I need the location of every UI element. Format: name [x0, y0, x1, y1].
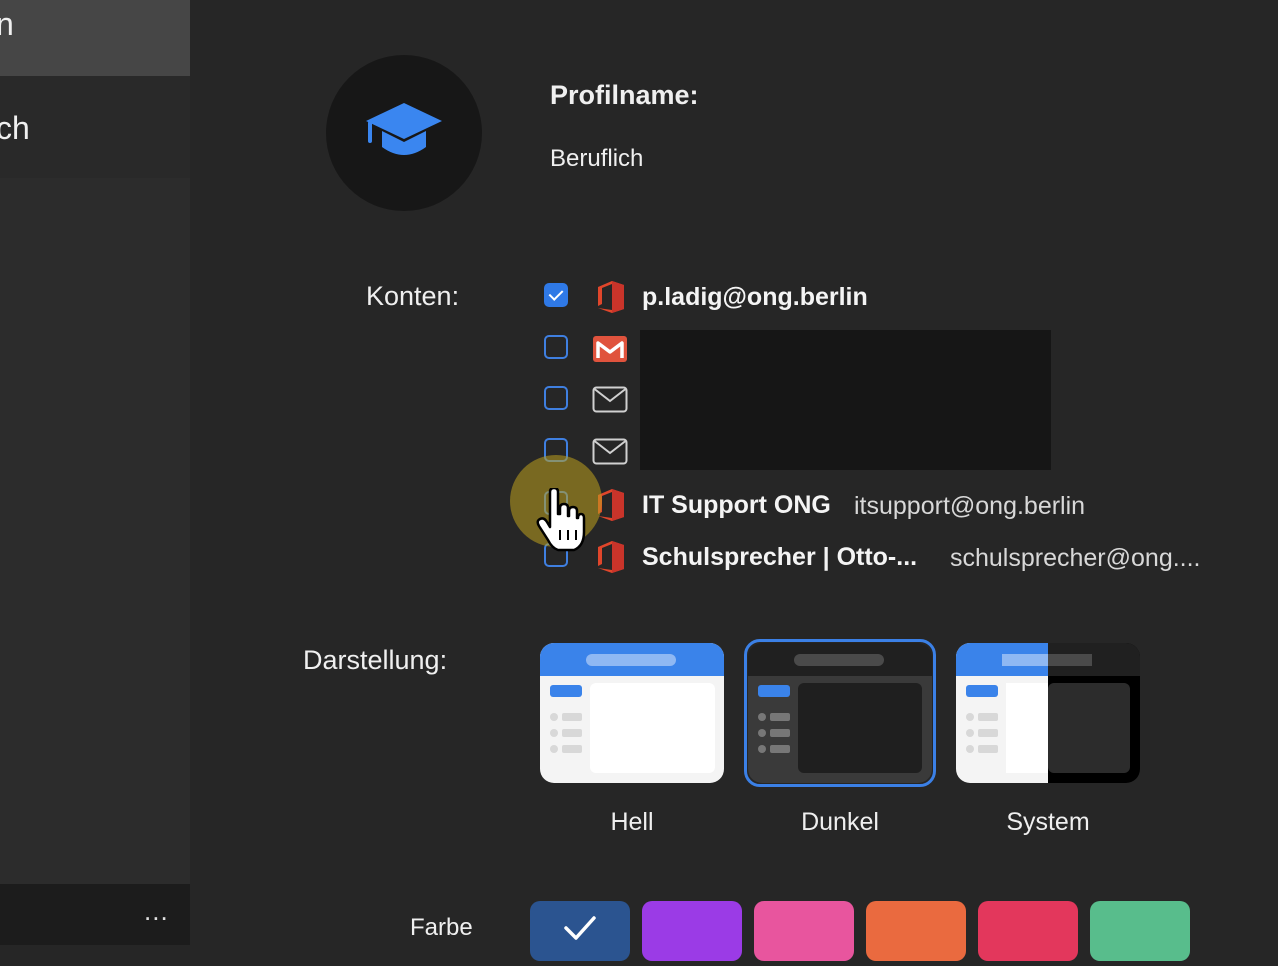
account-email: schulsprecher@ong.... [950, 544, 1201, 572]
office-icon [598, 541, 624, 573]
theme-option-system[interactable] [956, 643, 1140, 783]
sidebar-item-profile-1[interactable]: n [0, 0, 190, 76]
profile-name-value[interactable]: Beruflich [550, 145, 643, 173]
account-row[interactable]: Schulsprecher | Otto-... schulsprecher@o… [540, 539, 1240, 575]
account-name: p.ladig@ong.berlin [642, 283, 868, 311]
theme-label-dark: Dunkel [801, 808, 879, 836]
sidebar-item-label: n [0, 6, 14, 42]
account-name: Schulsprecher | Otto-... [642, 543, 918, 571]
color-swatch-red[interactable] [978, 901, 1078, 961]
theme-label-light: Hell [610, 808, 654, 836]
color-swatch-orange[interactable] [866, 901, 966, 961]
sidebar-item-profile-2[interactable]: ch [0, 76, 190, 178]
more-options-button[interactable]: ... [144, 898, 169, 924]
account-checkbox[interactable] [544, 335, 568, 359]
graduation-cap-icon [366, 103, 442, 155]
color-swatch-pink[interactable] [754, 901, 854, 961]
account-checkbox[interactable] [544, 386, 568, 410]
mail-icon [592, 386, 628, 413]
color-swatch-blue[interactable] [530, 901, 630, 961]
checkmark-icon [564, 916, 596, 940]
color-label: Farbe [410, 914, 473, 941]
theme-selection-ring [744, 639, 936, 787]
sidebar-item-label: ch [0, 110, 30, 146]
account-email: itsupport@ong.berlin [854, 492, 1086, 520]
gmail-icon [593, 336, 627, 362]
color-swatch-purple[interactable] [642, 901, 742, 961]
theme-preview-system [956, 643, 1140, 783]
color-swatch-green[interactable] [1090, 901, 1190, 961]
theme-label-system: System [1006, 808, 1090, 836]
hand-pointer-icon [536, 488, 586, 552]
account-row[interactable]: p.ladig@ong.berlin [540, 279, 1240, 315]
mail-icon [592, 438, 628, 465]
accounts-label: Konten: [366, 281, 460, 311]
theme-option-light[interactable] [540, 643, 724, 783]
account-checkbox[interactable] [544, 283, 568, 307]
sidebar: n ch ... [0, 0, 190, 945]
redacted-area [640, 330, 1051, 470]
theme-preview-light [540, 643, 724, 783]
appearance-label: Darstellung: [303, 645, 448, 675]
profile-name-label: Profilname: [550, 80, 699, 110]
account-name: IT Support ONG [642, 491, 831, 519]
account-row[interactable]: IT Support ONG itsupport@ong.berlin [540, 487, 1240, 523]
profile-avatar[interactable] [326, 55, 482, 211]
office-icon [598, 281, 624, 313]
